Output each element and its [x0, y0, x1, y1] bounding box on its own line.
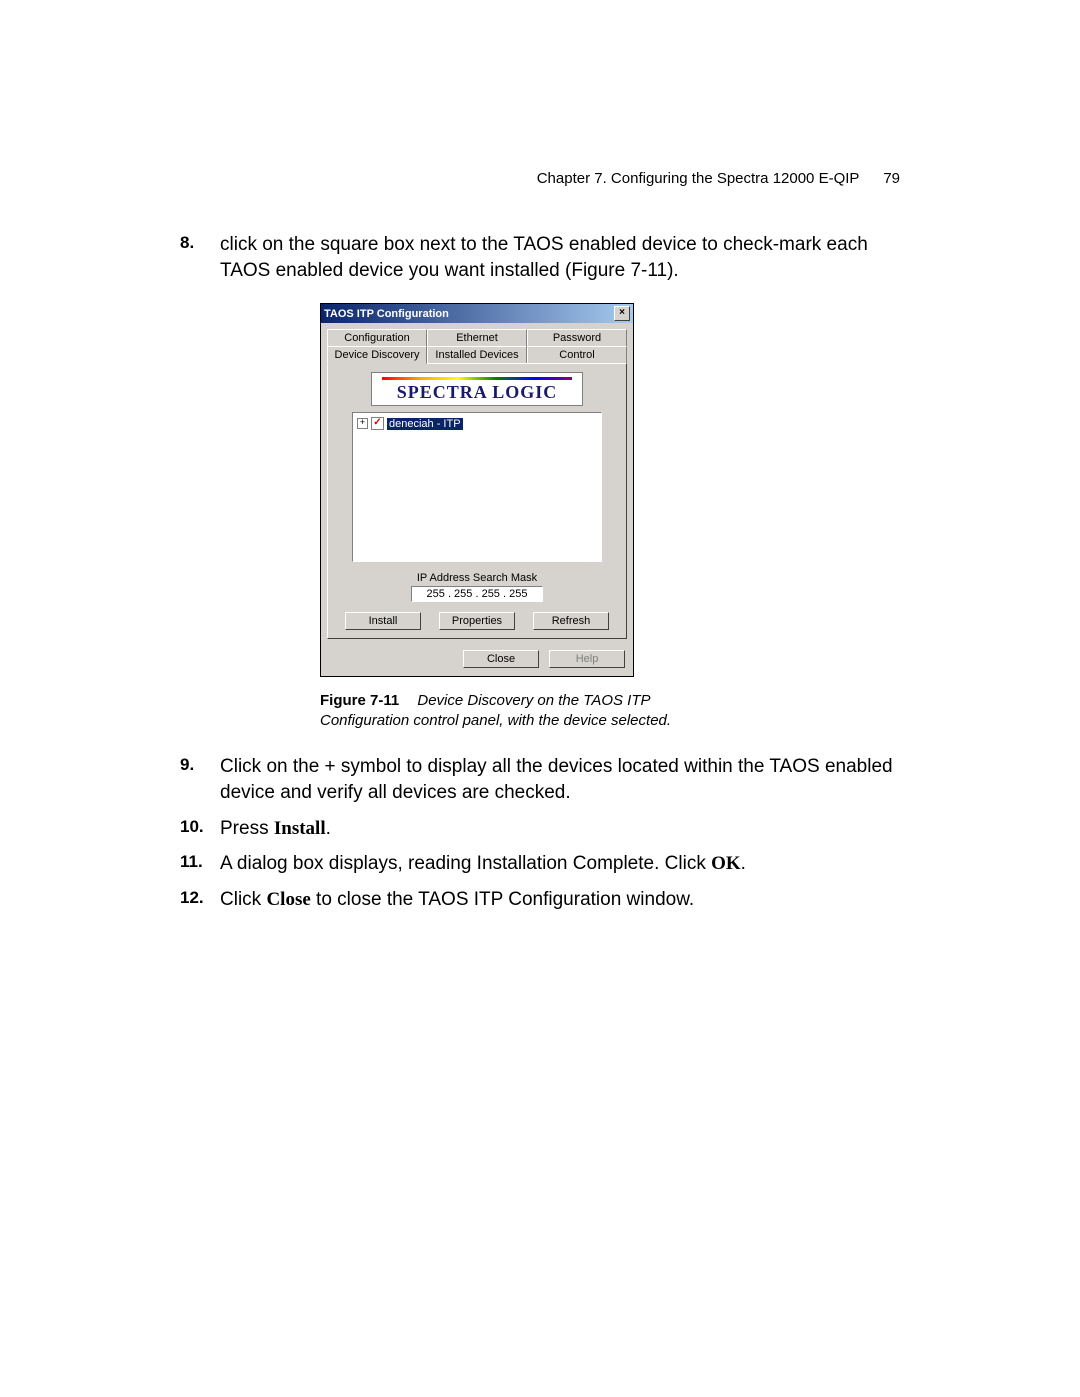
tab-device-discovery[interactable]: Device Discovery: [327, 346, 427, 364]
step-text: Click on the + symbol to display all the…: [220, 756, 893, 803]
properties-button[interactable]: Properties: [439, 612, 515, 630]
refresh-button[interactable]: Refresh: [533, 612, 609, 630]
expand-icon[interactable]: +: [357, 418, 368, 429]
tab-installed-devices[interactable]: Installed Devices: [427, 346, 527, 364]
action-button-row: Install Properties Refresh: [336, 612, 618, 630]
close-button[interactable]: Close: [463, 650, 539, 668]
step-text: A dialog box displays, reading Installat…: [220, 853, 711, 874]
step-list-cont: 9. Click on the + symbol to display all …: [180, 754, 900, 912]
logo-text: SPECTRA LOGIC: [372, 382, 582, 403]
step-text: click on the square box next to the TAOS…: [220, 234, 868, 281]
help-button[interactable]: Help: [549, 650, 625, 668]
step-number: 11.: [180, 851, 203, 874]
dialog-titlebar: TAOS ITP Configuration ×: [321, 304, 633, 323]
step-number: 12.: [180, 887, 204, 910]
step-text-tail: .: [741, 853, 746, 874]
tab-ethernet[interactable]: Ethernet: [427, 329, 527, 346]
step-11: 11. A dialog box displays, reading Insta…: [180, 851, 900, 877]
step-list: 8. click on the square box next to the T…: [180, 232, 900, 283]
step-8: 8. click on the square box next to the T…: [180, 232, 900, 283]
step-10: 10. Press Install.: [180, 816, 900, 842]
close-keyword: Close: [266, 889, 310, 910]
install-keyword: Install: [274, 818, 326, 839]
device-tree[interactable]: + ✓ deneciah - ITP: [352, 412, 602, 562]
ok-keyword: OK: [711, 853, 741, 874]
taos-dialog: TAOS ITP Configuration × Configuration E…: [320, 303, 634, 677]
ip-mask-label: IP Address Search Mask: [336, 572, 618, 584]
tab-control[interactable]: Control: [527, 346, 627, 364]
tab-password[interactable]: Password: [527, 329, 627, 346]
page-number: 79: [883, 170, 900, 187]
step-text: Click: [220, 889, 266, 910]
step-text: Press: [220, 818, 274, 839]
step-text-tail: to close the TAOS ITP Configuration wind…: [311, 889, 694, 910]
dialog-button-row: Close Help: [321, 646, 633, 676]
tree-item[interactable]: + ✓ deneciah - ITP: [357, 417, 597, 430]
step-text-tail: .: [326, 818, 331, 839]
tab-strip: Configuration Ethernet Password Device D…: [327, 329, 627, 364]
figure-caption: Figure 7-11 Device Discovery on the TAOS…: [320, 691, 720, 730]
tree-item-label[interactable]: deneciah - ITP: [387, 418, 463, 430]
step-number: 10.: [180, 816, 204, 839]
tab-configuration[interactable]: Configuration: [327, 329, 427, 346]
checkbox-icon[interactable]: ✓: [371, 417, 384, 430]
dialog-title: TAOS ITP Configuration: [324, 308, 449, 320]
chapter-label: Chapter 7. Configuring the Spectra 12000…: [537, 170, 859, 187]
close-icon[interactable]: ×: [614, 306, 630, 321]
step-number: 9.: [180, 754, 194, 777]
page-header: Chapter 7. Configuring the Spectra 12000…: [180, 170, 900, 187]
logo-rainbow-bar: [382, 377, 572, 380]
tab-panel: SPECTRA LOGIC + ✓ deneciah - ITP IP Addr…: [327, 363, 627, 639]
figure-label: Figure 7-11: [320, 692, 399, 709]
figure-7-11: TAOS ITP Configuration × Configuration E…: [320, 303, 900, 677]
spectra-logo: SPECTRA LOGIC: [371, 372, 583, 406]
ip-mask-input[interactable]: 255 . 255 . 255 . 255: [411, 586, 543, 602]
step-number: 8.: [180, 232, 194, 255]
step-9: 9. Click on the + symbol to display all …: [180, 754, 900, 805]
install-button[interactable]: Install: [345, 612, 421, 630]
step-12: 12. Click Close to close the TAOS ITP Co…: [180, 887, 900, 913]
